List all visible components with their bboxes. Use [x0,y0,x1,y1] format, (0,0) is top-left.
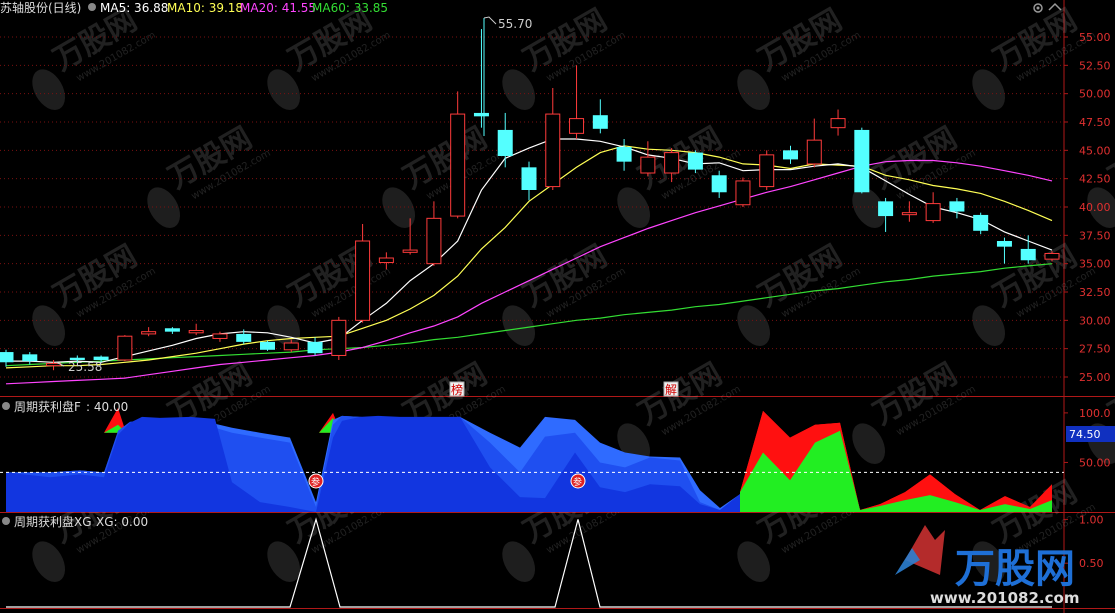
panel3-tick-label: 1.00 [1079,513,1104,526]
price-tick-label: 55.00 [1079,31,1111,44]
price-tick-label: 37.50 [1079,229,1111,242]
candle-body [212,333,228,339]
panel3-value: XG: 0.00 [96,515,148,529]
candle-body [783,150,798,160]
panel2-badge-text: 74.50 [1069,428,1101,441]
price-tick-label: 32.50 [1079,286,1111,299]
candle-body [0,352,14,363]
candle-body [22,354,38,362]
panel2-tick-label: 50.00 [1079,456,1111,469]
candle-body [854,129,870,193]
candle-body [711,175,727,193]
candle-body [402,249,418,253]
low-price-label: 25.58 [68,360,102,374]
candle-body [735,180,751,206]
candle-body [592,115,608,129]
price-tick-label: 45.00 [1079,144,1111,157]
candle-body [949,201,965,212]
event-tag-bang[interactable]: 榜 [449,381,465,397]
candle-body [687,152,703,170]
candle-body [307,341,323,354]
candle-body [521,167,537,190]
ma60-label: MA60: 33.85 [312,1,388,15]
candle-body [164,328,180,332]
candle-body [283,342,299,351]
candle-body [260,341,275,350]
ma20-label: MA20: 41.55 [240,1,316,15]
panel2-tick-label: 100.0 [1079,407,1111,420]
candle [854,127,870,194]
candle-body [569,118,585,134]
candle [331,316,347,360]
candle-body [901,212,917,216]
stock-title: 苏轴股份(日线) [0,0,81,15]
candle-body [973,214,989,231]
panel2-value-badge: 74.50 [1066,426,1115,442]
event-tag-jie[interactable]: 解 [663,381,679,397]
candle-body [426,217,442,265]
candle-body [378,257,394,264]
high-price-label: 55.70 [498,17,532,31]
ma5-label: MA5: 36.88 [100,1,168,15]
candle [735,177,751,207]
brand-logo-url: www.201082.com [930,589,1079,607]
price-tick-label: 42.50 [1079,173,1111,186]
candle [260,340,275,351]
candle-body [806,139,822,165]
candle [687,150,703,173]
candle-body [925,203,941,222]
candle [117,335,133,362]
candle-body [878,201,894,217]
panel2-header: 周期获利盘F : 40.00 [2,399,128,414]
price-tick-label: 25.00 [1079,371,1111,384]
price-tick-label: 52.50 [1079,59,1111,72]
candle-body [117,335,133,361]
event-tag-bang-text: 榜 [451,382,463,397]
price-tick-label: 27.50 [1079,343,1111,356]
candle-body [616,146,632,162]
panel2-value: : 40.00 [86,400,128,414]
candle-body [664,152,680,174]
panel2-title: 周期获利盘F [14,399,81,414]
main-header: 苏轴股份(日线) MA5: 36.88 MA10: 39.18 MA20: 41… [0,0,388,15]
event-tag-jie-text: 解 [665,383,677,397]
candle-body [236,333,252,342]
stock-chart[interactable]: 万股网www.201082.com 万股网www.201082.com 万股网www… [0,0,1115,613]
candle-body [355,240,371,321]
brand-logo-text: 万股网 [955,546,1075,592]
buy-marker-text: 参 [311,476,320,488]
price-tick-label: 40.00 [1079,201,1111,214]
price-tick-label: 50.00 [1079,88,1111,101]
candle-body [450,113,466,217]
price-tick-label: 35.00 [1079,258,1111,271]
buy-marker: 参 [570,473,586,489]
buy-marker: 参 [308,473,324,489]
price-tick-label: 30.00 [1079,314,1111,327]
candle [759,150,775,190]
buy-marker-text: 参 [573,476,582,488]
candle-body [473,112,489,117]
candle-body [1020,248,1036,261]
candle-body [830,118,846,129]
panel3-tick-label: 0.50 [1079,557,1104,570]
panel3-title: 周期获利盘XG [14,514,92,529]
price-tick-label: 47.50 [1079,116,1111,129]
candle-body [331,319,347,356]
panel3-header: 周期获利盘XG XG: 0.00 [2,514,148,529]
candle-body [497,129,513,156]
candle-body [996,241,1012,247]
candle-body [1044,252,1060,260]
candle-body [640,156,656,174]
candle-body [188,330,204,334]
candle-body [759,154,775,188]
candle-body [141,331,157,335]
ma10-label: MA10: 39.18 [167,1,243,15]
candle-body [545,113,561,188]
